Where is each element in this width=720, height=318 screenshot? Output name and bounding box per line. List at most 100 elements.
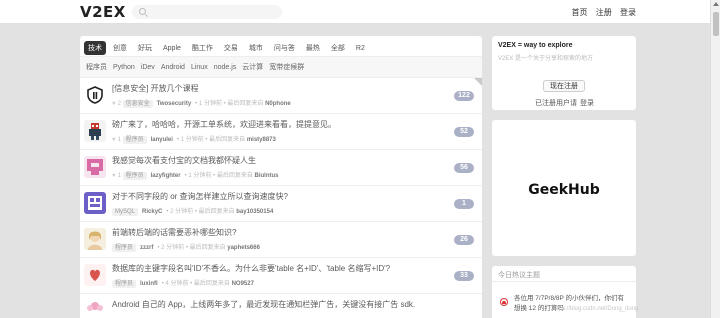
top-bar: V2EX 首页 注册 登录 xyxy=(0,0,710,24)
author-link[interactable]: lazyfighter xyxy=(151,173,181,179)
topic-time: • 2 分钟前 • 最后回复来自 xyxy=(157,245,226,251)
tab-r2[interactable]: R2 xyxy=(352,43,369,54)
subtab-cloud[interactable]: 云计算 xyxy=(242,62,263,72)
avatar[interactable] xyxy=(84,120,106,142)
author-link[interactable]: zzzrf xyxy=(140,245,153,251)
geekhub-logo: GeekHub xyxy=(528,182,600,198)
author-link[interactable]: lanyulei xyxy=(151,137,173,143)
avatar[interactable] xyxy=(84,84,106,106)
topic-time: • 2 分钟前 • 最后回复来自 xyxy=(166,209,235,215)
topic-title-link[interactable]: Android 自己的 App，上线两年多了，最近发现在通知栏弹广告，关键没有接… xyxy=(112,299,415,310)
like-count: 1 xyxy=(117,173,121,179)
node-subtabs: 程序员 Python iDev Android Linux node.js 云计算 宽带症候群 xyxy=(80,56,482,78)
avatar[interactable] xyxy=(84,300,106,318)
subtab-android[interactable]: Android xyxy=(161,64,185,71)
topic-row[interactable]: 对于不同字段的 or 查询怎样建立所以查询速度快? MySQL RickyC • 2… xyxy=(80,186,482,222)
topic-title-link[interactable]: 我感觉每次看支付宝的文档我都怀疑人生 xyxy=(112,155,256,166)
topic-meta: 程序员 luxinfl • 4 分钟前 • 最后回复来自 NO9527 xyxy=(112,278,254,288)
tab-fun[interactable]: 好玩 xyxy=(134,41,156,55)
topic-time: • 4 分钟前 • 最后回复来自 xyxy=(161,281,230,287)
tab-qna[interactable]: 问与答 xyxy=(270,41,299,55)
avatar[interactable] xyxy=(84,228,106,250)
site-slogan: V2EX = way to explore xyxy=(498,42,573,49)
avatar[interactable] xyxy=(84,156,106,178)
nav-register-link[interactable]: 注册 xyxy=(596,8,612,17)
topic-row[interactable]: 我感觉每次看支付宝的文档我都怀疑人生 ♥ 1 程序员 lazyfighter • 1 … xyxy=(80,150,482,186)
topic-title-link[interactable]: 磅广来了，哈哈哈，开源工单系统，欢迎进来看看，提提意见。 xyxy=(112,119,336,130)
topic-time: • 1 分钟前 • 最后回复来自 xyxy=(176,137,246,143)
author-link[interactable]: RickyC xyxy=(142,209,162,215)
tab-apple[interactable]: Apple xyxy=(159,43,185,54)
subtab-python[interactable]: Python xyxy=(113,64,135,71)
node-tag[interactable]: 信息安全 xyxy=(122,100,153,108)
page-scrollbar[interactable] xyxy=(710,0,720,318)
topic-title-link[interactable]: 数据库的主键字段名叫'ID'不香么。为什么非要'table 名+ID'、'tab… xyxy=(112,263,390,274)
topic-row[interactable]: [信息安全] 开放几个课程 ♥ 2 信息安全 Twosecurity • 1 分钟前 … xyxy=(80,78,482,114)
topic-row[interactable]: 前端转后端的话需要恶补哪些知识? 程序员 zzzrf • 2 分钟前 • 最后回复来… xyxy=(80,222,482,258)
node-tag[interactable]: 程序员 xyxy=(112,280,137,288)
last-reply-user[interactable]: N0phone xyxy=(265,101,291,107)
avatar[interactable] xyxy=(84,264,106,286)
topic-meta: 程序员 zzzrf • 2 分钟前 • 最后回复来自 yaphets666 xyxy=(112,242,260,252)
scroll-up-arrow-icon[interactable] xyxy=(713,2,719,6)
node-tag[interactable]: 程序员 xyxy=(122,172,147,180)
subtab-programmer[interactable]: 程序员 xyxy=(86,62,107,72)
tab-hot[interactable]: 最热 xyxy=(302,41,324,55)
heart-icon: ♥ xyxy=(112,101,116,107)
author-link[interactable]: Twosecurity xyxy=(157,101,192,107)
last-reply-user[interactable]: NO9527 xyxy=(232,281,254,287)
tab-city[interactable]: 城市 xyxy=(245,41,267,55)
tab-tech[interactable]: 技术 xyxy=(84,41,106,55)
subtab-idev[interactable]: iDev xyxy=(141,64,155,71)
topic-meta: ♥ 1 程序员 lanyulei • 1 分钟前 • 最后回复来自 misty8873 xyxy=(112,134,276,144)
search-icon xyxy=(139,8,146,15)
topic-row[interactable]: 磅广来了，哈哈哈，开源工单系统，欢迎进来看看，提提意见。 ♥ 1 程序员 lanyu… xyxy=(80,114,482,150)
register-button[interactable]: 现在注册 xyxy=(543,80,585,92)
topic-row[interactable]: Android 自己的 App，上线两年多了，最近发现在通知栏弹广告，关键没有接… xyxy=(80,294,482,318)
avatar[interactable] xyxy=(84,192,106,214)
site-logo[interactable]: V2EX xyxy=(80,3,126,21)
login-prompt-text: 已注册用户请 xyxy=(535,100,577,107)
last-reply-user[interactable]: Biulntus xyxy=(255,173,279,179)
nav-login-link[interactable]: 登录 xyxy=(620,8,636,17)
last-reply-user[interactable]: yaphets666 xyxy=(227,245,260,251)
tab-jobs[interactable]: 酷工作 xyxy=(188,41,217,55)
reply-count-badge[interactable]: 122 xyxy=(454,91,474,101)
welcome-panel: V2EX = way to explore V2EX 是一个关于分享和探索的地方… xyxy=(492,36,636,110)
search-input[interactable] xyxy=(132,5,282,19)
tab-deals[interactable]: 交易 xyxy=(220,41,242,55)
node-tag[interactable]: 程序员 xyxy=(112,244,137,252)
last-reply-user[interactable]: misty8873 xyxy=(247,137,276,143)
reply-count-badge[interactable]: 26 xyxy=(454,235,474,245)
top-nav: 首页 注册 登录 xyxy=(566,7,636,18)
scrollbar-thumb[interactable] xyxy=(713,12,719,36)
topic-title-link[interactable]: 对于不同字段的 or 查询怎样建立所以查询速度快? xyxy=(112,191,288,202)
subtab-linux[interactable]: Linux xyxy=(191,64,208,71)
user-avatar-icon xyxy=(500,298,508,306)
subtab-broadband[interactable]: 宽带症候群 xyxy=(269,62,304,72)
tab-creative[interactable]: 创意 xyxy=(109,41,131,55)
subtab-nodejs[interactable]: node.js xyxy=(214,64,237,71)
topic-row[interactable]: 数据库的主键字段名叫'ID'不香么。为什么非要'table 名+ID'、'tab… xyxy=(80,258,482,294)
corner-marker xyxy=(474,78,482,86)
topic-title-link[interactable]: 前端转后端的话需要恶补哪些知识? xyxy=(112,227,236,238)
sponsor-ad[interactable]: GeekHub xyxy=(492,120,636,256)
author-link[interactable]: luxinfl xyxy=(140,281,158,287)
topic-time: • 1 分钟前 • 最后回复来自 xyxy=(195,101,264,107)
node-tag[interactable]: 程序员 xyxy=(122,136,147,144)
reply-count-badge[interactable]: 1 xyxy=(454,199,474,209)
tab-all[interactable]: 全部 xyxy=(327,41,349,55)
sidebar-login-link[interactable]: 登录 xyxy=(580,100,594,107)
nav-home-link[interactable]: 首页 xyxy=(572,8,588,17)
node-tag[interactable]: MySQL xyxy=(112,208,139,216)
reply-count-badge[interactable]: 52 xyxy=(454,127,474,137)
like-count: 1 xyxy=(117,137,121,143)
watermark: https://blog.csdn.net/Dong_dong xyxy=(552,306,639,312)
like-count: 2 xyxy=(117,101,121,107)
hot-topics-heading: 今日热议主题 xyxy=(492,266,636,282)
login-prompt: 已注册用户请 登录 xyxy=(532,98,594,108)
reply-count-badge[interactable]: 33 xyxy=(454,271,474,281)
reply-count-badge[interactable]: 56 xyxy=(454,163,474,173)
topic-title-link[interactable]: [信息安全] 开放几个课程 xyxy=(112,83,199,94)
last-reply-user[interactable]: bay10350154 xyxy=(236,209,273,215)
